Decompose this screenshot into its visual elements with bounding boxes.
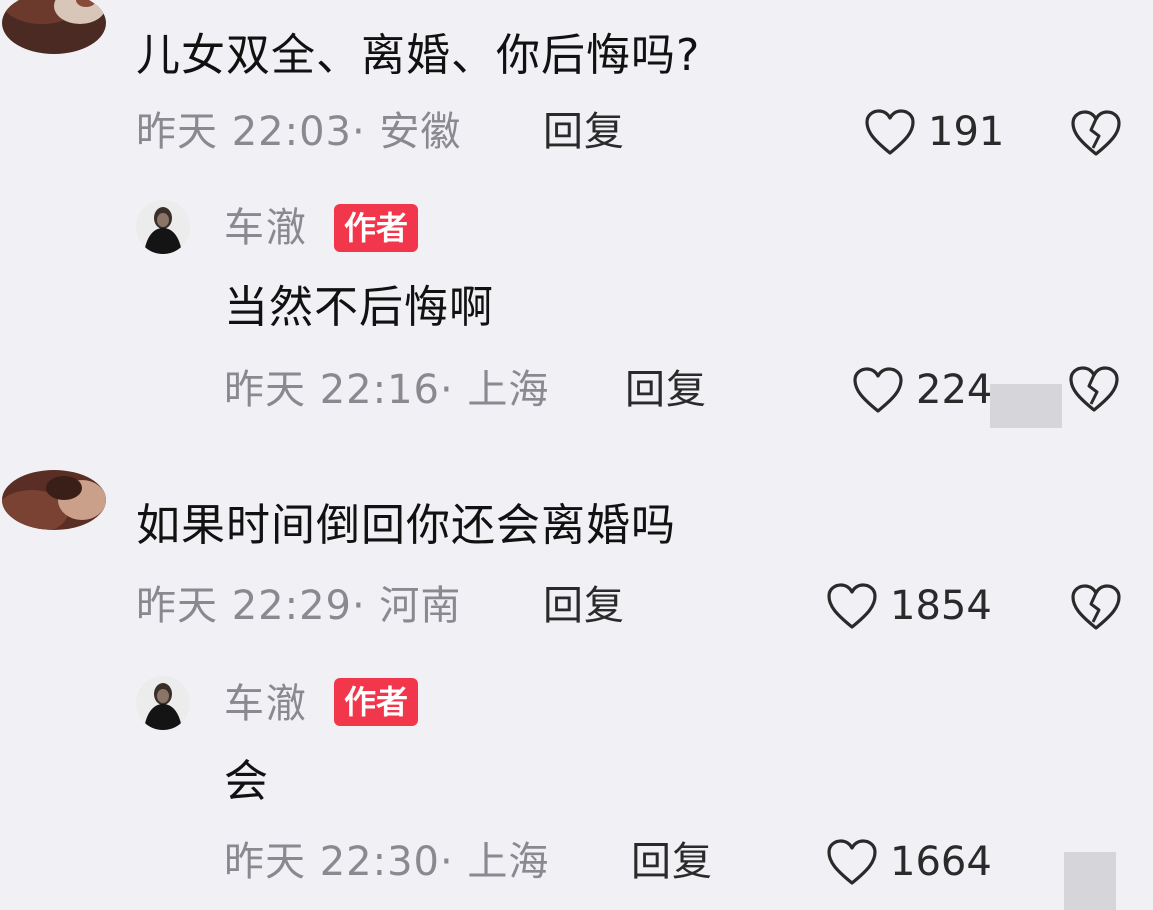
reply-text: 当然不后悔啊 bbox=[224, 282, 494, 333]
broken-heart-icon bbox=[1069, 366, 1119, 412]
reply-button[interactable]: 回复 bbox=[625, 370, 707, 410]
dislike-button[interactable] bbox=[1070, 582, 1122, 634]
commenter-avatar[interactable] bbox=[2, 0, 106, 54]
like-count: 191 bbox=[928, 109, 1005, 155]
heart-outline-icon bbox=[827, 839, 877, 885]
broken-heart-icon bbox=[1071, 110, 1121, 156]
like-button[interactable]: 1664 bbox=[826, 836, 992, 888]
author-badge: 作者 bbox=[334, 204, 419, 252]
dislike-button[interactable] bbox=[1070, 108, 1122, 160]
watermark-block bbox=[1064, 852, 1116, 910]
reply-meta: 昨天 22:16· 上海 bbox=[224, 367, 550, 413]
heart-outline-icon bbox=[865, 109, 915, 155]
reply-button[interactable]: 回复 bbox=[543, 586, 625, 626]
comment-meta: 昨天 22:03· 安徽 bbox=[136, 109, 462, 155]
like-count: 1664 bbox=[890, 839, 992, 885]
dislike-button[interactable] bbox=[1068, 364, 1120, 416]
like-count: 1854 bbox=[890, 583, 992, 629]
commenter-avatar[interactable] bbox=[2, 470, 106, 530]
reply-button[interactable]: 回复 bbox=[543, 112, 625, 152]
author-avatar[interactable] bbox=[136, 200, 190, 254]
like-button[interactable]: 1854 bbox=[826, 580, 992, 632]
author-name[interactable]: 车澈 bbox=[224, 208, 308, 248]
comment-meta: 昨天 22:29· 河南 bbox=[136, 583, 462, 629]
heart-outline-icon bbox=[853, 367, 903, 413]
reply-meta: 昨天 22:30· 上海 bbox=[224, 839, 550, 885]
comment-text: 如果时间倒回你还会离婚吗 bbox=[136, 500, 676, 551]
like-count: 224 bbox=[916, 367, 993, 413]
author-avatar[interactable] bbox=[136, 676, 190, 730]
watermark-block bbox=[990, 384, 1062, 428]
reply-text: 会 bbox=[224, 756, 269, 807]
author-badge: 作者 bbox=[334, 678, 419, 726]
broken-heart-icon bbox=[1071, 584, 1121, 630]
heart-outline-icon bbox=[827, 583, 877, 629]
like-button[interactable]: 191 bbox=[864, 106, 1004, 158]
author-name[interactable]: 车澈 bbox=[224, 684, 308, 724]
comment-text: 儿女双全、离婚、你后悔吗? bbox=[136, 30, 701, 81]
like-button[interactable]: 224 bbox=[852, 364, 992, 416]
reply-button[interactable]: 回复 bbox=[631, 842, 713, 882]
